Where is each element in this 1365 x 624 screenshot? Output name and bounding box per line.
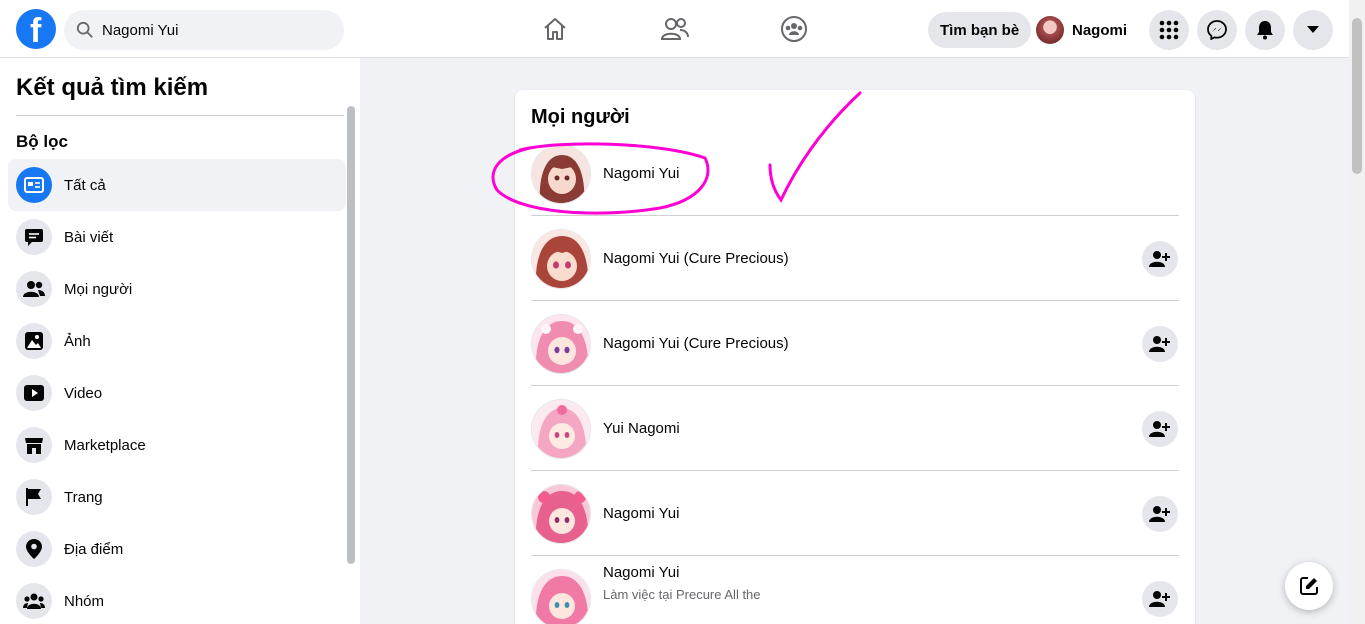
facebook-logo[interactable]: f xyxy=(16,9,56,50)
avatar[interactable] xyxy=(531,314,591,374)
search-icon xyxy=(76,21,93,38)
people-results-card: Mọi người Nagomi Yui Nagomi Yui (Cure Pr… xyxy=(515,90,1195,624)
pages-flag-icon xyxy=(26,488,41,506)
avatar xyxy=(1036,16,1064,44)
add-friend-button[interactable] xyxy=(1142,326,1178,362)
avatar[interactable] xyxy=(531,399,591,459)
filter-marketplace[interactable]: Marketplace xyxy=(8,419,346,471)
avatar[interactable] xyxy=(531,569,591,624)
sidebar-item-label: Trang xyxy=(64,488,103,506)
page-scrollbar-thumb[interactable] xyxy=(1352,18,1362,174)
grid-menu-icon xyxy=(1159,20,1179,40)
new-message-button[interactable] xyxy=(1285,562,1333,610)
avatar[interactable] xyxy=(531,144,591,204)
location-pin-icon xyxy=(26,539,42,559)
sidebar-item-label: Nhóm xyxy=(64,592,105,610)
profile-name: Nagomi xyxy=(1072,21,1128,39)
add-friend-button[interactable] xyxy=(1142,581,1178,617)
person-name[interactable]: Nagomi Yui xyxy=(603,165,679,182)
result-row[interactable]: Nagomi Yui Làm việc tại Precure All the xyxy=(531,556,1179,624)
filters-heading: Bộ lọc xyxy=(16,132,68,151)
messenger-button[interactable] xyxy=(1197,10,1237,50)
search-box[interactable] xyxy=(64,10,344,50)
sidebar-item-label: Bài viết xyxy=(64,228,114,246)
sidebar-scrollbar[interactable] xyxy=(347,106,355,564)
friends-nav-icon[interactable] xyxy=(658,12,692,46)
search-input[interactable] xyxy=(102,21,322,39)
avatar[interactable] xyxy=(531,484,591,544)
all-results-icon xyxy=(24,177,44,193)
sidebar-item-label: Ảnh xyxy=(64,332,91,350)
avatar[interactable] xyxy=(531,229,591,289)
add-friend-button[interactable] xyxy=(1142,411,1178,447)
sidebar-item-label: Địa điểm xyxy=(64,540,124,558)
add-friend-button[interactable] xyxy=(1142,241,1178,277)
add-friend-icon xyxy=(1149,506,1170,522)
person-name[interactable]: Yui Nagomi xyxy=(603,420,680,437)
messenger-icon xyxy=(1207,20,1227,40)
video-icon xyxy=(24,385,44,401)
top-navigation-bar: f Tìm bạn bè Nagomi xyxy=(0,0,1365,58)
people-icon xyxy=(23,281,45,297)
result-row[interactable]: Nagomi Yui (Cure Precious) xyxy=(531,301,1179,386)
divider xyxy=(16,115,344,116)
filter-all[interactable]: Tất cả xyxy=(8,159,346,211)
filter-posts[interactable]: Bài viết xyxy=(8,211,346,263)
chevron-down-icon xyxy=(1307,26,1319,33)
home-nav-icon[interactable] xyxy=(538,12,572,46)
section-title: Mọi người xyxy=(531,106,630,128)
profile-shortcut[interactable]: Nagomi xyxy=(1036,12,1127,48)
person-name[interactable]: Nagomi Yui xyxy=(603,505,679,522)
groups-icon xyxy=(23,593,45,609)
add-friend-icon xyxy=(1149,591,1170,607)
filter-pages[interactable]: Trang xyxy=(8,471,346,523)
sidebar-item-label: Tất cả xyxy=(64,176,106,194)
filter-video[interactable]: Video xyxy=(8,367,346,419)
sidebar-item-label: Marketplace xyxy=(64,436,146,454)
filter-places[interactable]: Địa điểm xyxy=(8,523,346,575)
add-friend-icon xyxy=(1149,251,1170,267)
person-name[interactable]: Nagomi Yui (Cure Precious) xyxy=(603,335,789,352)
result-row[interactable]: Nagomi Yui xyxy=(531,131,1179,216)
add-friend-button[interactable] xyxy=(1142,496,1178,532)
compose-icon xyxy=(1300,577,1318,595)
sidebar-item-label: Mọi người xyxy=(64,280,133,298)
groups-nav-icon[interactable] xyxy=(777,12,811,46)
menu-button[interactable] xyxy=(1149,10,1189,50)
bell-icon xyxy=(1257,21,1273,40)
filter-photos[interactable]: Ảnh xyxy=(8,315,346,367)
account-button[interactable] xyxy=(1293,10,1333,50)
page-title: Kết quả tìm kiếm xyxy=(16,74,209,101)
filter-groups[interactable]: Nhóm xyxy=(8,575,346,624)
person-name[interactable]: Nagomi Yui (Cure Precious) xyxy=(603,250,789,267)
photos-icon xyxy=(25,332,43,350)
sidebar-item-label: Video xyxy=(64,384,103,402)
person-name[interactable]: Nagomi Yui xyxy=(603,564,679,581)
notifications-button[interactable] xyxy=(1245,10,1285,50)
add-friend-icon xyxy=(1149,336,1170,352)
result-row[interactable]: Nagomi Yui (Cure Precious) xyxy=(531,216,1179,301)
filter-people[interactable]: Mọi người xyxy=(8,263,346,315)
add-friend-icon xyxy=(1149,421,1170,437)
search-filters-sidebar: Kết quả tìm kiếm Bộ lọc Tất cả Bài viết … xyxy=(0,58,360,624)
find-friends-button[interactable]: Tìm bạn bè xyxy=(928,12,1032,48)
person-subtitle: Làm việc tại Precure All the xyxy=(603,587,761,602)
marketplace-icon xyxy=(25,438,43,454)
result-row[interactable]: Yui Nagomi xyxy=(531,386,1179,471)
result-row[interactable]: Nagomi Yui xyxy=(531,471,1179,556)
posts-icon xyxy=(25,229,43,246)
